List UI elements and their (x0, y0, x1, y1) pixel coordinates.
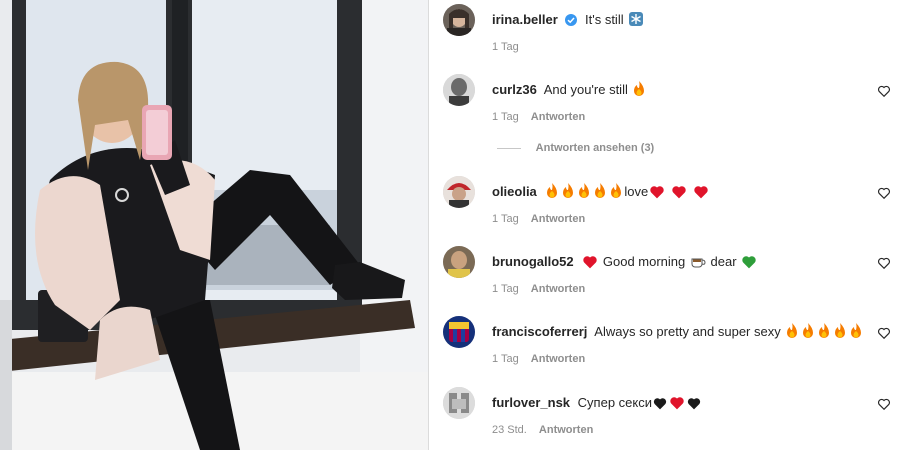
comment-text: It's still (585, 12, 624, 27)
reply-button[interactable]: Antworten (531, 283, 585, 295)
comment-item: franciscoferrerj Always so pretty and su… (429, 316, 900, 386)
flame-emoji (801, 323, 815, 343)
comments-panel[interactable]: irina.beller It's still 1 Tag curlz36 An… (429, 0, 900, 450)
comment-text-line: olieolia love (492, 183, 710, 203)
comment-item: curlz36 And you're still 1 Tag Antworten (429, 74, 900, 144)
photo-illustration (0, 0, 428, 450)
heart-outline-icon[interactable] (877, 326, 891, 340)
flame-emoji (632, 81, 646, 101)
comment-text: dear (710, 254, 737, 269)
view-replies-label: Antworten ansehen (3) (535, 142, 655, 154)
coffee-emoji (690, 253, 706, 273)
avatar[interactable] (443, 74, 475, 106)
avatar-image (443, 387, 475, 419)
heart-outline-icon[interactable] (877, 84, 891, 98)
comment-text: And you're still (543, 82, 628, 97)
username[interactable]: furlover_nsk (492, 395, 570, 410)
avatar[interactable] (443, 387, 475, 419)
flame-emoji (593, 183, 607, 203)
comment-text: love (624, 184, 649, 199)
red-heart-emoji (693, 185, 709, 203)
comment-text-line: irina.beller It's still (492, 11, 645, 31)
avatar-image (443, 246, 475, 278)
verified-badge-icon (565, 13, 578, 30)
heart-outline-icon[interactable] (877, 397, 891, 411)
comment-text-line: furlover_nsk Супер секси (492, 394, 702, 414)
comment-time: 1 Tag (492, 41, 519, 53)
heart-outline-icon[interactable] (877, 256, 891, 270)
heart-outline-icon[interactable] (877, 186, 891, 200)
avatar-image (443, 4, 475, 36)
comment-text: Супер секси (577, 395, 652, 410)
username[interactable]: brunogallo52 (492, 254, 574, 269)
comment-text: Always so pretty and super sexy (594, 324, 781, 339)
flame-emoji (817, 323, 831, 343)
comment-item: brunogallo52 Good morning dear 1 Tag Ant… (429, 246, 900, 316)
avatar[interactable] (443, 4, 475, 36)
avatar-image (443, 316, 475, 348)
comment-text-line: franciscoferrerj Always so pretty and su… (492, 323, 864, 343)
avatar[interactable] (443, 316, 475, 348)
comment-text: Good morning (602, 254, 686, 269)
snowflake-emoji (628, 11, 644, 31)
avatar[interactable] (443, 176, 475, 208)
red-heart-emoji (649, 185, 665, 203)
username[interactable]: olieolia (492, 184, 537, 199)
comment-text-line: brunogallo52 Good morning dear (492, 253, 758, 273)
black-heart-emoji (653, 397, 667, 414)
avatar-image (443, 74, 475, 106)
avatar-image (443, 176, 475, 208)
comment-text-line: curlz36 And you're still (492, 81, 647, 101)
comment-meta: 23 Std. Antworten (492, 424, 593, 436)
username[interactable]: irina.beller (492, 12, 558, 27)
username[interactable]: curlz36 (492, 82, 537, 97)
username[interactable]: franciscoferrerj (492, 324, 587, 339)
post-photo (0, 0, 428, 450)
red-heart-emoji (669, 396, 685, 414)
comment-meta: 1 Tag Antworten (492, 213, 585, 225)
comment-item: olieolia love 1 Tag Antworten (429, 176, 900, 246)
view-replies-button[interactable]: Antworten ansehen (3) (497, 142, 654, 154)
flame-emoji (561, 183, 575, 203)
reply-button[interactable]: Antworten (531, 213, 585, 225)
comment-meta: 1 Tag Antworten (492, 283, 585, 295)
comment-time: 1 Tag (492, 353, 519, 365)
red-heart-emoji (582, 255, 598, 273)
comment-time: 23 Std. (492, 424, 527, 436)
flame-emoji (609, 183, 623, 203)
flame-emoji (577, 183, 591, 203)
black-heart-emoji (687, 397, 701, 414)
flame-emoji (833, 323, 847, 343)
flame-emoji (849, 323, 863, 343)
comment-item: furlover_nsk Супер секси 23 Std. Antwort… (429, 387, 900, 457)
comment-item: irina.beller It's still 1 Tag (429, 4, 900, 74)
reply-button[interactable]: Antworten (539, 424, 593, 436)
avatar[interactable] (443, 246, 475, 278)
flame-emoji (785, 323, 799, 343)
reply-button[interactable]: Antworten (531, 353, 585, 365)
flame-emoji (545, 183, 559, 203)
comment-meta: 1 Tag (492, 41, 519, 53)
comment-meta: 1 Tag Antworten (492, 111, 585, 123)
comment-meta: 1 Tag Antworten (492, 353, 585, 365)
comment-time: 1 Tag (492, 213, 519, 225)
green-heart-emoji (741, 255, 757, 273)
divider-dash (497, 147, 521, 149)
comment-time: 1 Tag (492, 111, 519, 123)
reply-button[interactable]: Antworten (531, 111, 585, 123)
red-heart-emoji (671, 185, 687, 203)
comment-time: 1 Tag (492, 283, 519, 295)
